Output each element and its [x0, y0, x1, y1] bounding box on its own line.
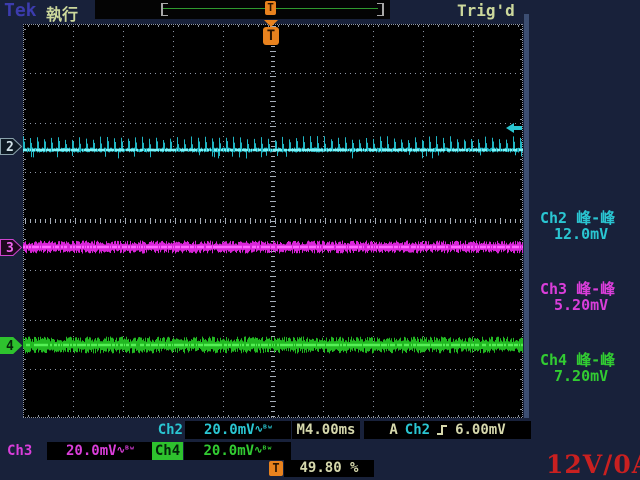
rising-edge-icon	[437, 424, 448, 436]
measurement-value: 12.0mV	[540, 226, 640, 242]
ch4-readout-label-selected: Ch4	[152, 442, 183, 460]
trigger-position-t-icon: T	[269, 461, 283, 476]
trigger-position-arrow-icon	[264, 20, 278, 27]
trigger-mode: A	[389, 421, 397, 439]
measurement-label: Ch3 峰-峰	[540, 281, 640, 297]
trigger-status: Trig'd	[457, 1, 515, 20]
ch4-scale-value: 20.0mV	[204, 443, 255, 459]
ch2-scale-value: 20.0mV	[204, 422, 255, 438]
measurement-label: Ch2 峰-峰	[540, 210, 640, 226]
ch4-scale-readout: 20.0mV∿ᴮʷ	[184, 442, 291, 460]
record-view-left-bracket	[161, 3, 168, 16]
channel-3-marker-digit: 3	[6, 241, 14, 256]
trigger-source: Ch2	[405, 421, 430, 439]
waveform-display	[23, 24, 523, 418]
ch2-coupling-icon: ∿ᴮʷ	[255, 424, 272, 435]
tek-logo: Tek	[4, 0, 37, 21]
measurement-value: 7.20mV	[540, 368, 640, 384]
record-view-strip: T	[95, 0, 390, 19]
measurement-ch3-pkpk: Ch3 峰-峰 5.20mV	[540, 281, 640, 313]
channel-4-position-marker: 4	[0, 337, 23, 354]
oscilloscope-screen: Tek 執行 T Trig'd T 2 3 4 Ch2 峰-峰 12.0	[0, 0, 640, 480]
ch2-scale-readout: 20.0mV∿ᴮʷ	[185, 421, 291, 439]
channel-2-marker-digit: 2	[6, 140, 14, 155]
trigger-position-marker: T	[262, 20, 280, 46]
ch2-readout-label: Ch2	[150, 421, 183, 439]
channel-2-position-marker: 2	[0, 138, 23, 155]
measurement-ch2-pkpk: Ch2 峰-峰 12.0mV	[540, 210, 640, 242]
top-status-bar: Tek 執行 T Trig'd	[0, 0, 640, 20]
screen-bevel-edge	[524, 14, 529, 418]
trigger-position-readout: 49.80 %	[284, 460, 374, 477]
trigger-readout: A Ch2 6.00mV	[364, 421, 531, 439]
acquisition-status: 執行	[46, 1, 78, 25]
trigger-t-icon: T	[263, 27, 279, 45]
ch3-scale-readout: 20.0mV∿ᴮʷ	[47, 442, 153, 460]
measurement-ch4-pkpk: Ch4 峰-峰 7.20mV	[540, 352, 640, 384]
graticule	[23, 24, 523, 418]
measurement-value: 5.20mV	[540, 297, 640, 313]
timebase-readout: M4.00ms	[292, 421, 360, 439]
ch3-scale-value: 20.0mV	[66, 443, 117, 459]
channel-3-position-marker: 3	[0, 239, 23, 256]
trigger-level-arrow-icon	[505, 122, 523, 134]
ch3-coupling-icon: ∿ᴮʷ	[117, 445, 134, 456]
record-trigger-position-icon: T	[265, 1, 276, 15]
channel-4-marker-digit: 4	[6, 339, 14, 354]
ch4-coupling-icon: ∿ᴮʷ	[254, 445, 271, 456]
trigger-level: 6.00mV	[455, 421, 506, 439]
record-view-right-bracket	[377, 3, 384, 16]
measurement-label: Ch4 峰-峰	[540, 352, 640, 368]
ch3-readout-label: Ch3	[7, 442, 40, 460]
aux-supply-readout: 12V/0A	[546, 450, 640, 479]
